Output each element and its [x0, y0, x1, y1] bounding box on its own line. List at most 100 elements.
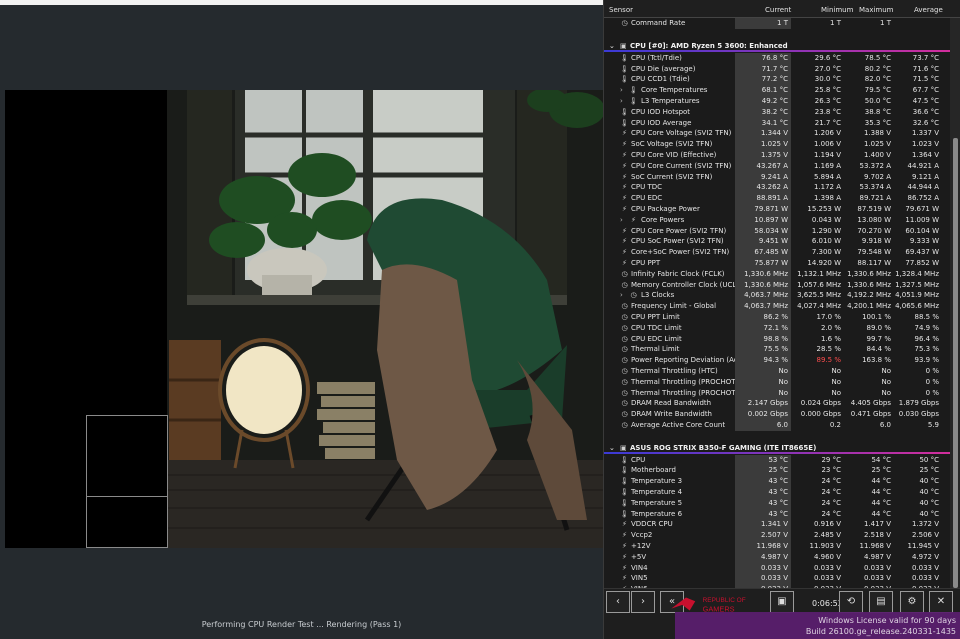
sensor-value-avg: 1.023 V [911, 140, 939, 149]
sensor-value-max: 100.1 % [862, 312, 891, 321]
sensor-row[interactable]: 🌡 Temperature 4 43 °C 24 °C 44 °C 40 °C [604, 487, 950, 498]
sensor-value-max: 89.721 A [859, 194, 891, 203]
clock-icon: ◷ [621, 323, 628, 332]
nav-prev-button[interactable]: ‹ [606, 591, 630, 613]
sensor-row[interactable]: ◷ Thermal Throttling (PROCHOT EXT) No No No 0… [604, 387, 950, 399]
sensor-row[interactable]: 🌡 CPU IOD Hotspot 38.2 °C 23.8 °C 38.8 °C 36.… [604, 106, 950, 118]
expand-chevron-icon[interactable]: › [620, 85, 623, 96]
sensor-row[interactable]: ⚡ CPU Core Current (SVI2 TFN) 43.267 A 1.16… [604, 160, 950, 172]
sensor-row[interactable]: ⚡ CPU PPT 75.877 W 14.920 W 88.117 W 77.852 W [604, 257, 950, 269]
sensor-row[interactable]: ⚡ VDDCR CPU 1.341 V 0.916 V 1.417 V 1.372 V [604, 519, 950, 531]
watermark-line-2: Build 26100.ge_release.240331-1435 [805, 627, 956, 636]
windows-watermark: Windows License valid for 90 days Build … [675, 612, 960, 639]
column-header-current[interactable]: Current [765, 6, 791, 14]
sensor-row[interactable]: ◷ Command Rate 1 T 1 T 1 T [604, 18, 950, 29]
sensor-row[interactable]: 🌡 CPU (Tctl/Tdie) 76.8 °C 29.6 °C 78.5 °C 73.… [604, 52, 950, 64]
column-header-minimum[interactable]: Minimum [821, 6, 853, 14]
sensor-row[interactable]: ⚡ CPU EDC 88.891 A 1.398 A 89.721 A 86.752 A [604, 193, 950, 204]
column-header-sensor[interactable]: Sensor [609, 6, 633, 14]
sensor-value-max: 84.4 % [866, 345, 891, 354]
sensor-value-avg: 44.944 A [907, 183, 939, 192]
sensor-name: VDDCR CPU [631, 520, 673, 529]
sensor-row[interactable]: ◷ Power Reporting Deviation (Accu... 94.3 … [604, 355, 950, 366]
sensor-row[interactable]: ⚡ Core+SoC Power (SVI2 TFN) 67.485 W 7.300 … [604, 247, 950, 258]
sensor-row[interactable]: ⚡ +5V 4.987 V 4.960 V 4.987 V 4.972 V [604, 551, 950, 563]
sensor-row[interactable]: ⚡ VIN5 0.033 V 0.033 V 0.033 V 0.033 V [604, 573, 950, 585]
sensor-row[interactable]: ⚡ CPU Core VID (Effective) 1.375 V 1.194 V 1… [604, 149, 950, 161]
power-plug-icon: ⚡ [622, 552, 627, 561]
power-plug-icon: ⚡ [631, 215, 636, 224]
sensor-value-avg: 4,051.9 MHz [895, 291, 939, 300]
sensor-name: CPU PPT [631, 258, 661, 267]
sensor-row[interactable]: ◷ Frequency Limit - Global 4,063.7 MHz 4,02… [604, 301, 950, 312]
sensor-row[interactable]: ⚡ Vccp2 2.507 V 2.485 V 2.518 V 2.506 V [604, 530, 950, 542]
sensor-row[interactable]: ◷ CPU PPT Limit 86.2 % 17.0 % 100.1 % 88.5 % [604, 311, 950, 323]
sensor-row[interactable]: ◷ DRAM Write Bandwidth 0.002 Gbps 0.000 Gbp… [604, 409, 950, 420]
clock-icon: ◷ [621, 345, 628, 354]
sensor-row[interactable]: ⚡ +12V 11.968 V 11.903 V 11.968 V 11.945 V [604, 541, 950, 552]
sensor-row[interactable]: 🌡 Motherboard 25 °C 23 °C 25 °C 25 °C [604, 465, 950, 477]
sensor-row[interactable]: ⚡ CPU TDC 43.262 A 1.172 A 53.374 A 44.944 A [604, 182, 950, 194]
sensor-row[interactable]: ◷ Infinity Fabric Clock (FCLK) 1,330.6 MHz… [604, 268, 950, 280]
expand-chevron-icon[interactable]: › [620, 96, 623, 107]
sensor-value-min: 0.000 Gbps [800, 410, 841, 419]
sensor-row[interactable]: › 🌡 L3 Temperatures 49.2 °C 26.3 °C 50.0 °C 47… [604, 95, 950, 107]
sensor-row[interactable]: › ◷ L3 Clocks 4,063.7 MHz 3,625.5 MHz 4,192.2… [604, 290, 950, 302]
sensor-row[interactable]: ◷ Average Active Core Count 6.0 0.2 6.0 5.9 [604, 419, 950, 431]
settings-button[interactable]: ⚙ [900, 591, 924, 613]
render-status-text: Performing CPU Render Test ... Rendering… [201, 620, 402, 629]
sensor-row[interactable]: ◷ Thermal Throttling (PROCHOT CPU) No No No 0… [604, 376, 950, 388]
power-plug-icon: ⚡ [622, 226, 627, 235]
sensor-row[interactable]: 🌡 Temperature 6 43 °C 24 °C 44 °C 40 °C [604, 508, 950, 520]
sensor-name: CPU SoC Power (SVI2 TFN) [631, 237, 724, 246]
sensor-row[interactable]: ◷ CPU TDC Limit 72.1 % 2.0 % 89.0 % 74.9 % [604, 322, 950, 334]
sensor-row[interactable]: ◷ CPU EDC Limit 98.8 % 1.6 % 99.7 % 96.4 % [604, 333, 950, 345]
sensor-row[interactable]: ◷ DRAM Read Bandwidth 2.147 Gbps 0.024 Gbps… [604, 398, 950, 410]
clock-icon: ◷ [621, 377, 628, 386]
nav-next-button[interactable]: › [631, 591, 655, 613]
logging-button[interactable]: ▣ [770, 591, 794, 613]
sensor-value-avg: 44.921 A [907, 161, 939, 170]
sensor-value-avg: 1.372 V [911, 520, 939, 529]
close-button[interactable]: ✕ [929, 591, 953, 613]
sensor-row[interactable]: 🌡 Temperature 5 43 °C 24 °C 44 °C 40 °C [604, 497, 950, 509]
sensor-row[interactable]: 🌡 CPU Die (average) 71.7 °C 27.0 °C 80.2 °C 7… [604, 63, 950, 75]
column-header-maximum[interactable]: Maximum [859, 6, 894, 14]
sensor-scrollbar[interactable] [950, 18, 960, 588]
sensor-value-cur: 4,063.7 MHz [735, 290, 791, 302]
sensor-value-cur: 10.897 W [735, 214, 791, 226]
sensor-row[interactable]: ⚡ CPU Core Power (SVI2 TFN) 58.034 W 1.290 … [604, 225, 950, 237]
sensor-row[interactable]: › 🌡 Core Temperatures 68.1 °C 25.8 °C 79.5 °C… [604, 85, 950, 96]
sensor-row[interactable]: 🌡 CPU CCD1 (Tdie) 77.2 °C 30.0 °C 82.0 °C 71.… [604, 74, 950, 86]
sensor-row[interactable]: ⚡ CPU Core Voltage (SVI2 TFN) 1.344 V 1.206… [604, 128, 950, 140]
sensor-value-max: No [881, 377, 891, 386]
sensor-row[interactable]: ◷ Thermal Throttling (HTC) No No No 0 % [604, 365, 950, 377]
sensor-row[interactable]: ⚡ SoC Current (SVI2 TFN) 9.241 A 5.894 A 9.7… [604, 171, 950, 183]
sensor-row[interactable]: 🌡 Temperature 3 43 °C 24 °C 44 °C 40 °C [604, 476, 950, 488]
sensor-row[interactable]: ⚡ SoC Voltage (SVI2 TFN) 1.025 V 1.006 V 1.0… [604, 139, 950, 150]
expand-chevron-icon[interactable]: › [620, 215, 623, 226]
sensor-row[interactable]: ⚡ CPU Package Power 79.871 W 15.253 W 87.519… [604, 203, 950, 215]
column-header-average[interactable]: Average [914, 6, 943, 14]
sensor-row[interactable]: 🌡 CPU IOD Average 34.1 °C 21.7 °C 35.3 °C 32.… [604, 117, 950, 129]
sensor-value-avg: 32.6 °C [912, 118, 939, 127]
sensor-row[interactable]: ◷ Memory Controller Clock (UCLK) 1,330.6 M… [604, 279, 950, 291]
report-button[interactable]: ▤ [869, 591, 893, 613]
sensor-name: Memory Controller Clock (UCLK) [631, 280, 744, 289]
sensor-name: Thermal Limit [631, 345, 680, 354]
expand-chevron-icon[interactable]: › [620, 290, 623, 301]
sensor-table-body[interactable]: ◷ Command Rate 1 T1 T1 T ⌄ ▣ CPU [#0]: AMD Ry… [604, 18, 950, 588]
sensor-row[interactable]: 🌡 CPU 53 °C 29 °C 54 °C 50 °C [604, 454, 950, 466]
scrollbar-thumb[interactable] [953, 138, 958, 588]
sensor-value-avg: 67.7 °C [912, 86, 939, 95]
sensor-group-header[interactable]: ⌄ ▣ CPU [#0]: AMD Ryzen 5 3600: Enhanced [604, 39, 950, 53]
reset-button[interactable]: ⟲ [839, 591, 863, 613]
sensor-row[interactable]: › ⚡ Core Powers 10.897 W 0.043 W 13.080 W 11.0… [604, 214, 950, 226]
sensor-group-header[interactable]: ⌄ ▣ ASUS ROG STRIX B350-F GAMING (ITE IT86… [604, 441, 950, 455]
sensor-row[interactable]: ◷ Thermal Limit 75.5 % 28.5 % 84.4 % 75.3 % [604, 344, 950, 356]
settings-chip-icon: ▣ [777, 596, 787, 607]
sensor-row[interactable]: ⚡ VIN4 0.033 V 0.033 V 0.033 V 0.033 V [604, 562, 950, 574]
thermometer-icon: 🌡 [620, 118, 629, 127]
sensor-row[interactable]: ⚡ CPU SoC Power (SVI2 TFN) 9.451 W 6.010 W 9… [604, 236, 950, 248]
